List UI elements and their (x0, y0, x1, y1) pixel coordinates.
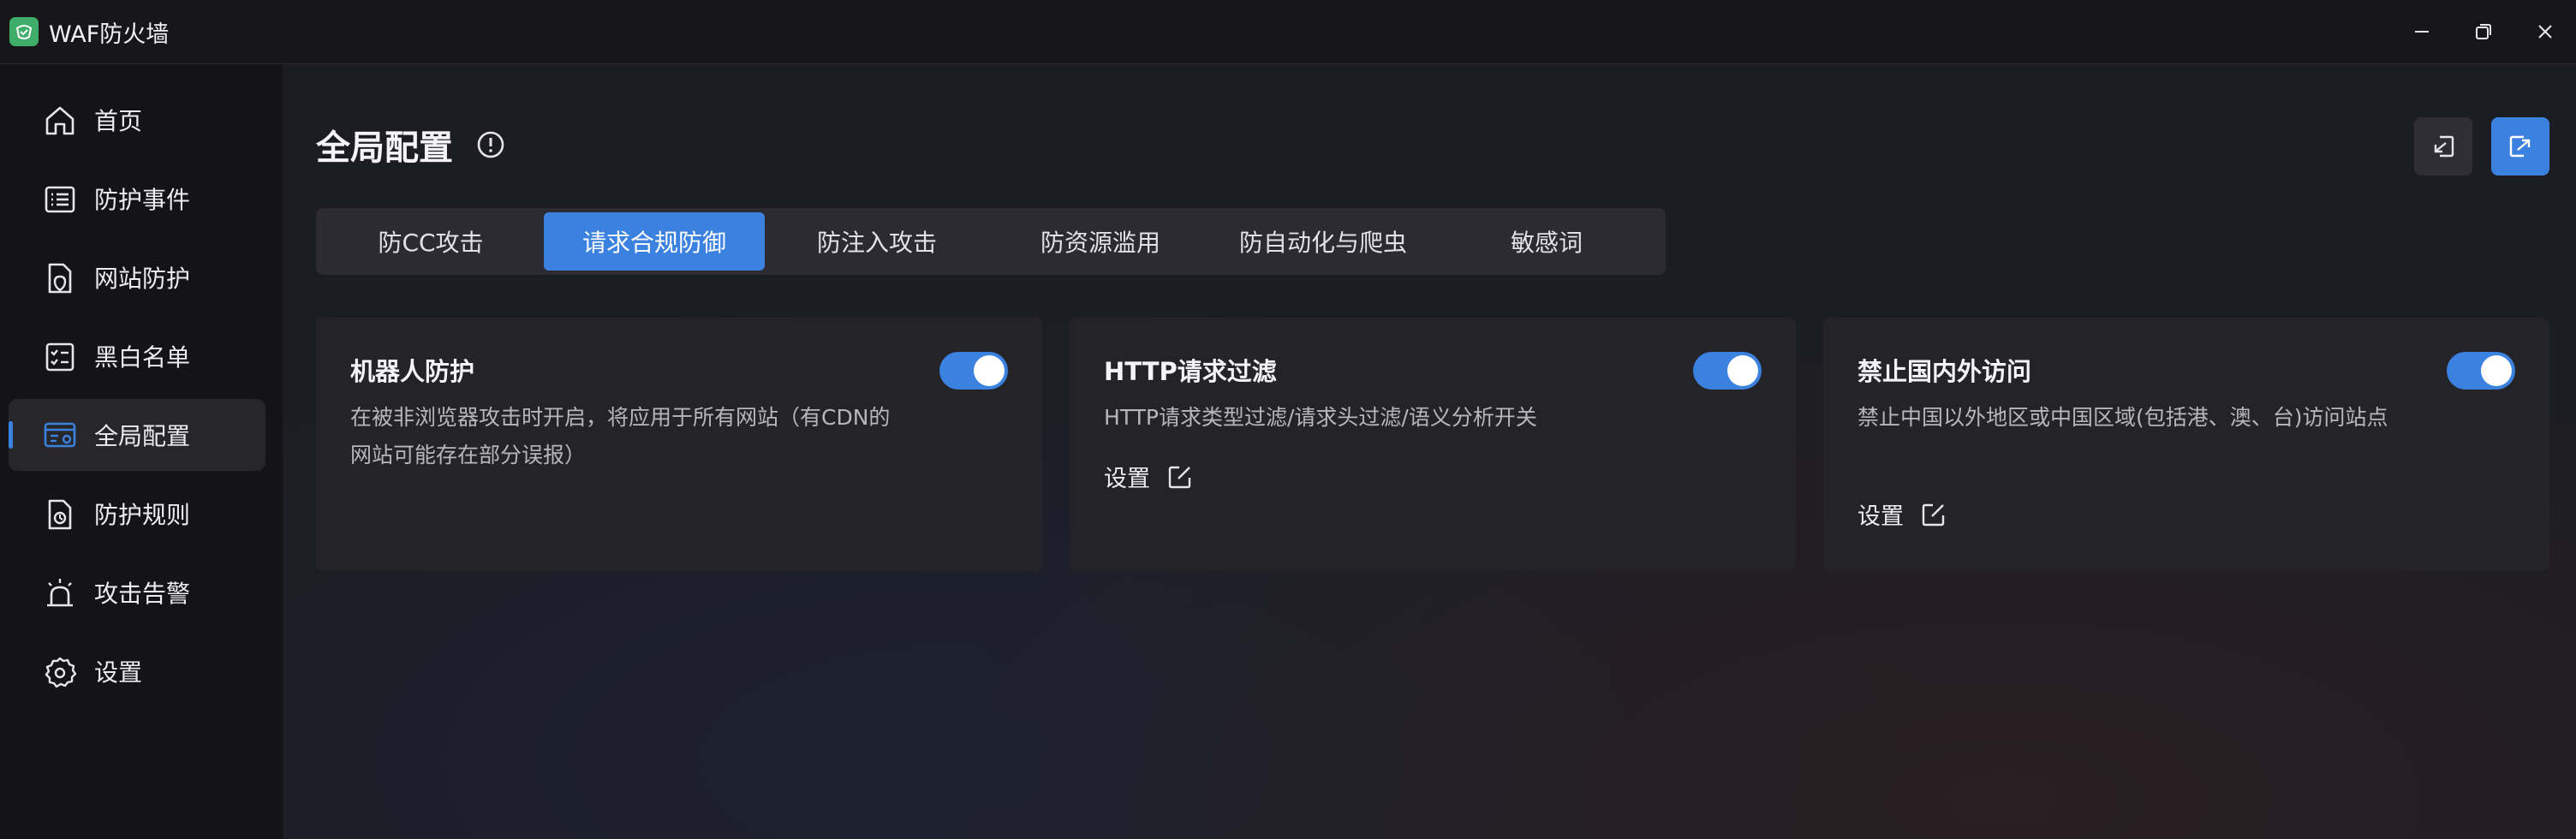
active-indicator (9, 421, 13, 449)
sidebar-item-label: 防护规则 (94, 501, 191, 529)
tab-sensitive-words[interactable]: 敏感词 (1436, 212, 1657, 271)
title-bar: WAF防火墙 (0, 0, 2576, 64)
sidebar-item-label: 黑白名单 (94, 343, 191, 372)
sidebar-item-label: 攻击告警 (94, 580, 191, 608)
info-icon[interactable] (476, 130, 505, 159)
card-description: HTTP请求类型过滤/请求头过滤/语义分析开关 (1104, 405, 1537, 430)
sidebar-item-settings[interactable]: 设置 (9, 635, 265, 707)
app-logo-icon (9, 17, 39, 46)
minimize-icon (2415, 31, 2429, 33)
sidebar-item-label: 防护事件 (94, 186, 191, 214)
sidebar-item-rules[interactable]: 防护规则 (9, 478, 265, 550)
sidebar-item-label: 网站防护 (94, 265, 191, 293)
sidebar: 首页 防护事件 网站防护 黑白名单 全局配置 防护规则 攻击告警 设置 (0, 64, 283, 839)
card-robot-protection: 机器人防护 在被非浏览器攻击时开启，将应用于所有网站（有CDN的网站可能存在部分… (316, 318, 1042, 571)
toggle-knob (2481, 355, 2512, 386)
card-title: 禁止国内外访问 (1857, 357, 2032, 386)
settings-label: 设置 (1857, 503, 1904, 530)
tab-anti-injection[interactable]: 防注入攻击 (766, 212, 987, 271)
card-title: HTTP请求过滤 (1104, 357, 1277, 386)
card-geo-block: 禁止国内外访问 禁止中国以外地区或中国区域(包括港、澳、台)访问站点 设置 (1823, 318, 2549, 571)
sidebar-item-home[interactable]: 首页 (9, 84, 265, 156)
sidebar-item-site-protection[interactable]: 网站防护 (9, 241, 265, 313)
event-list-icon (45, 186, 75, 213)
main-content: 全局配置 防CC攻击 请求合规防御 防注入攻击 防资源滥用 防自动化与爬虫 敏感… (283, 64, 2576, 839)
rule-file-icon (48, 499, 72, 530)
sidebar-item-blackwhite-list[interactable]: 黑白名单 (9, 320, 265, 392)
tab-anti-bot-crawler[interactable]: 防自动化与爬虫 (1213, 212, 1434, 271)
card-http-filter: HTTP请求过滤 HTTP请求类型过滤/请求头过滤/语义分析开关 设置 (1070, 318, 1796, 571)
app-title: WAF防火墙 (49, 21, 170, 48)
http-filter-settings-link[interactable]: 设置 (1104, 460, 1193, 493)
global-config-icon (44, 422, 76, 448)
minimize-button[interactable] (2391, 0, 2453, 63)
tab-bar: 防CC攻击 请求合规防御 防注入攻击 防资源滥用 防自动化与爬虫 敏感词 (316, 208, 1666, 275)
robot-protection-toggle[interactable] (939, 352, 1008, 390)
window-controls (2391, 0, 2576, 63)
restore-button[interactable] (2453, 0, 2514, 63)
sidebar-item-alarms[interactable]: 攻击告警 (9, 556, 265, 628)
card-description: 在被非浏览器攻击时开启，将应用于所有网站（有CDN的网站可能存在部分误报） (350, 405, 891, 467)
export-button[interactable] (2491, 117, 2549, 176)
home-icon (45, 106, 75, 135)
sidebar-item-label: 首页 (94, 107, 143, 135)
gear-icon (45, 657, 77, 688)
page-title: 全局配置 (316, 128, 453, 168)
card-title: 机器人防护 (350, 357, 475, 386)
sidebar-item-label: 全局配置 (94, 422, 191, 450)
tab-request-compliance[interactable]: 请求合规防御 (544, 212, 765, 271)
sidebar-item-events[interactable]: 防护事件 (9, 163, 265, 235)
tab-resource-abuse[interactable]: 防资源滥用 (990, 212, 1211, 271)
settings-label: 设置 (1104, 466, 1150, 492)
site-shield-icon (48, 263, 72, 294)
restore-icon (2476, 24, 2491, 39)
sidebar-item-global-config[interactable]: 全局配置 (9, 399, 265, 471)
geo-block-toggle[interactable] (2447, 352, 2515, 390)
card-description: 禁止中国以外地区或中国区域(包括港、澳、台)访问站点 (1857, 405, 2388, 430)
sidebar-item-label: 设置 (94, 658, 143, 687)
http-filter-toggle[interactable] (1693, 352, 1762, 390)
import-button[interactable] (2414, 117, 2472, 176)
geo-block-settings-link[interactable]: 设置 (1857, 497, 1947, 531)
alarm-icon (47, 579, 73, 607)
edit-icon (1922, 503, 1945, 526)
edit-icon (1168, 466, 1191, 488)
toggle-knob (974, 355, 1005, 386)
import-icon (2434, 135, 2454, 158)
close-button[interactable] (2514, 0, 2576, 63)
checklist-icon (45, 342, 75, 372)
close-icon (2538, 25, 2552, 39)
export-icon (2509, 135, 2531, 158)
tab-anti-cc[interactable]: 防CC攻击 (320, 212, 541, 271)
toggle-knob (1727, 355, 1758, 386)
